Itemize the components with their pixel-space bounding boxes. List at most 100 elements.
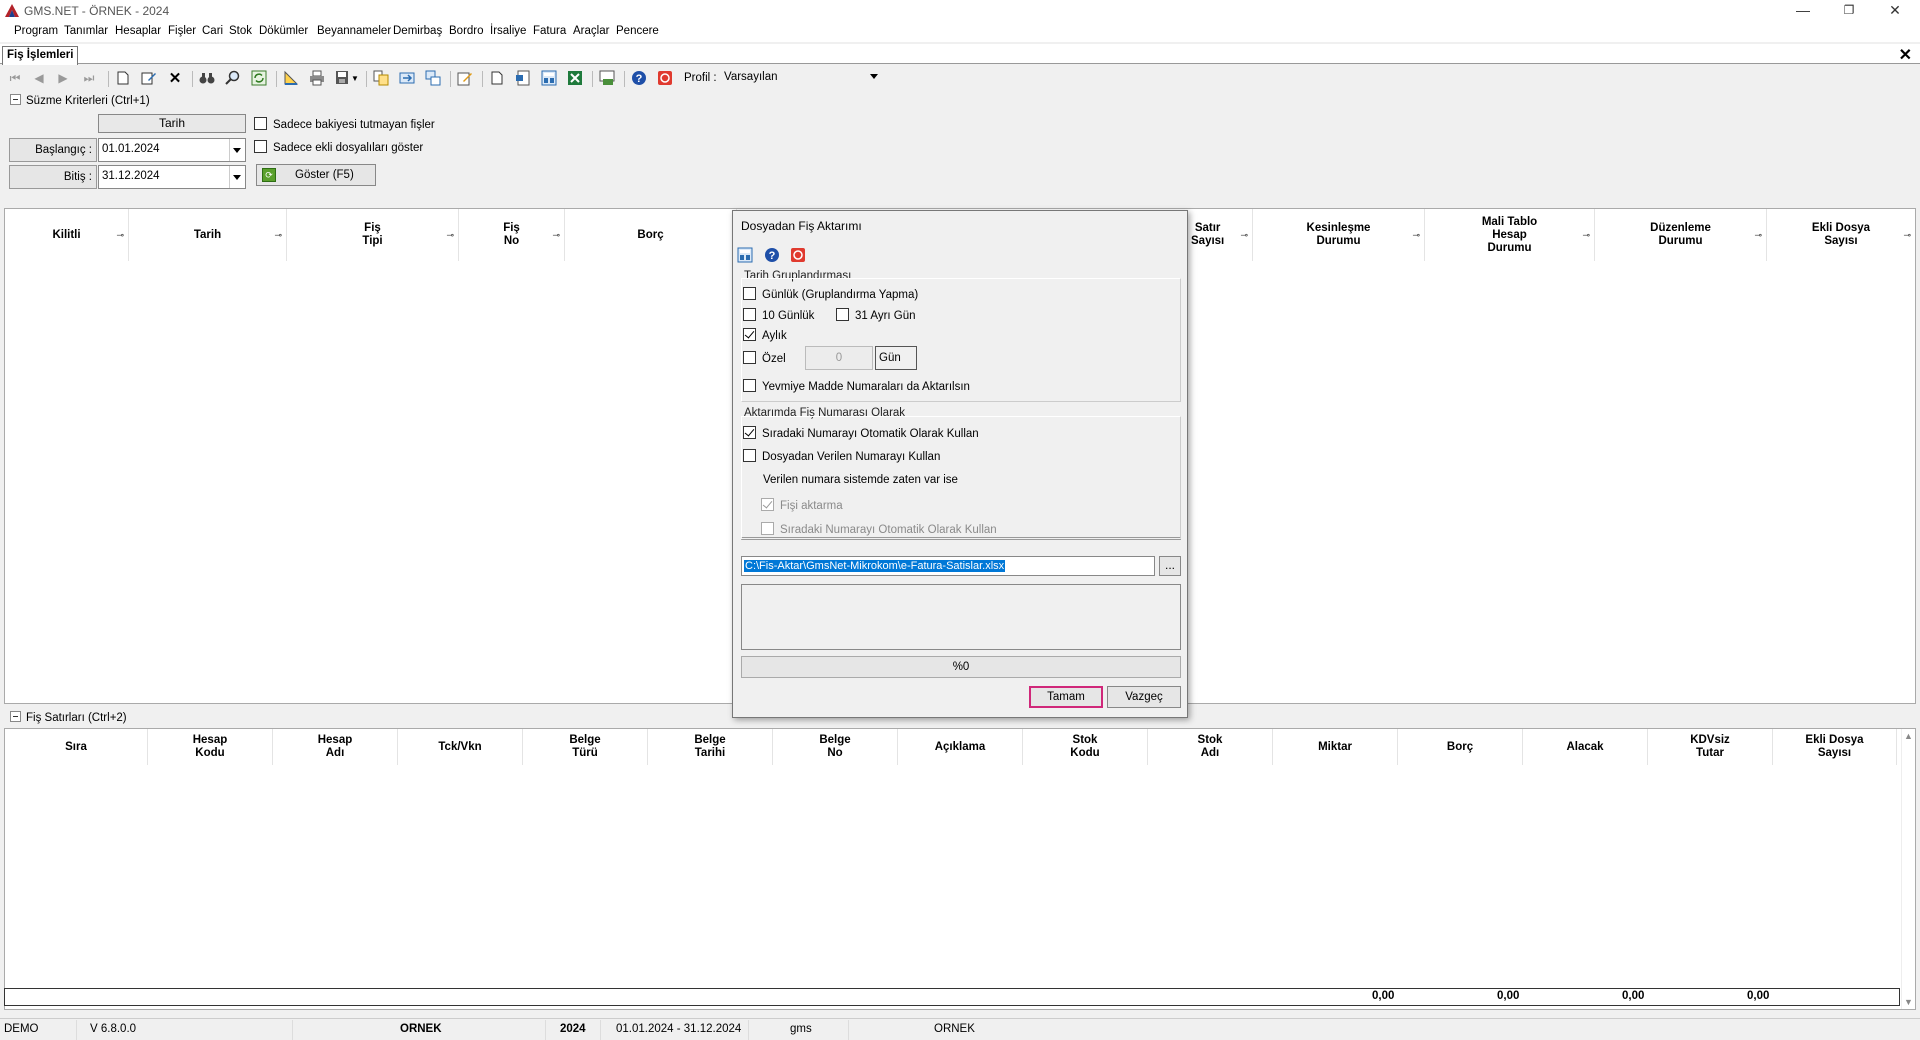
windows-icon[interactable] [424,69,442,87]
col-belge-turu[interactable]: Belge Türü [523,729,648,765]
thirty-one-day-checkbox[interactable] [836,308,849,321]
lines-vertical-scrollbar[interactable]: ▲ ▼ [1901,729,1915,1009]
auto-number-checkbox[interactable] [743,426,756,439]
file-path-input[interactable]: C:\Fis-Aktar\GmsNet-Mikrokom\e-Fatura-Sa… [741,556,1155,576]
file-number-checkbox[interactable] [743,449,756,462]
help-icon[interactable]: ? [764,247,780,263]
edit-icon[interactable] [140,69,158,87]
menu-beyannameler[interactable]: Beyannameler [317,25,391,37]
scroll-down-icon[interactable]: ▼ [1904,997,1913,1007]
save-dropdown-icon[interactable]: ▼ [350,69,360,87]
next-record-icon[interactable]: ▶ [54,69,72,87]
file-transfer-icon[interactable] [598,69,616,87]
excel-icon[interactable] [566,69,584,87]
ten-day-option[interactable]: 10 Günlük [743,308,814,322]
col-fis-tipi[interactable]: Fiş Tipi ⊸ [287,209,459,261]
col-duzenleme-durumu[interactable]: Düzenleme Durumu ⊸ [1595,209,1767,261]
collapse-icon[interactable] [10,711,21,722]
daily-checkbox[interactable] [743,287,756,300]
menu-dokumler[interactable]: Dökümler [259,25,308,37]
close-document-icon[interactable]: ✕ [1899,45,1912,65]
custom-option[interactable]: Özel [743,351,786,365]
col-stok-adi[interactable]: Stok Adı [1148,729,1273,765]
show-button[interactable]: ⟳ Göster (F5) [256,164,376,186]
print-icon[interactable] [308,69,326,87]
monthly-option[interactable]: Aylık [743,328,787,342]
start-date-dropdown[interactable] [229,139,245,161]
import-icon[interactable] [514,69,532,87]
calculator-icon[interactable] [540,69,558,87]
unbalanced-only-checkbox-row[interactable]: Sadece bakiyesi tutmayan fişler [254,117,435,131]
pin-icon[interactable]: ⊸ [1582,229,1590,242]
menu-irsaliye[interactable]: İrsaliye [490,25,526,37]
col-sira[interactable]: Sıra [5,729,148,765]
prev-record-icon[interactable]: ◀ [30,69,48,87]
menu-hesaplar[interactable]: Hesaplar [115,25,161,37]
menu-tanimlar[interactable]: Tanımlar [64,25,108,37]
collapse-icon[interactable] [10,94,21,105]
unbalanced-only-checkbox[interactable] [254,117,267,130]
attached-only-checkbox[interactable] [254,140,267,153]
menu-stok[interactable]: Stok [229,25,252,37]
start-date-input[interactable]: 01.01.2024 [98,138,246,162]
help-icon[interactable]: ? [630,69,648,87]
monthly-checkbox[interactable] [743,328,756,341]
ten-day-checkbox[interactable] [743,308,756,321]
custom-days-input[interactable]: 0 [805,346,873,370]
menu-demirbas[interactable]: Demirbaş [393,25,442,37]
end-date-dropdown[interactable] [229,166,245,188]
col-tarih[interactable]: Tarih ⊸ [129,209,287,261]
tab-fis-islemleri[interactable]: Fiş İşlemleri [2,46,79,65]
cancel-button[interactable]: Vazgeç [1107,686,1181,708]
filter-section-header[interactable]: Süzme Kriterleri (Ctrl+1) [10,94,150,108]
menu-fatura[interactable]: Fatura [533,25,566,37]
exit-icon[interactable] [790,247,806,263]
col-stok-kodu[interactable]: Stok Kodu [1023,729,1148,765]
col-hesap-kodu[interactable]: Hesap Kodu [148,729,273,765]
menu-program[interactable]: Program [14,25,58,37]
col-belge-no[interactable]: Belge No [773,729,898,765]
col-alacak[interactable]: Alacak [1523,729,1648,765]
col-miktar[interactable]: Miktar [1273,729,1398,765]
ok-button[interactable]: Tamam [1029,686,1103,708]
pin-icon[interactable]: ⊸ [1412,229,1420,242]
journal-numbers-checkbox[interactable] [743,379,756,392]
col-kdvsiz-tutar[interactable]: KDVsiz Tutar [1648,729,1773,765]
col-fis-no[interactable]: Fiş No ⊸ [459,209,565,261]
menu-bordro[interactable]: Bordro [449,25,484,37]
transfer-icon[interactable] [398,69,416,87]
menu-pencere[interactable]: Pencere [616,25,659,37]
scroll-up-icon[interactable]: ▲ [1904,731,1913,741]
first-record-icon[interactable]: ⏮ [6,69,24,87]
browse-button[interactable]: ... [1159,556,1181,576]
col-ekli-dosya-sayisi[interactable]: Ekli Dosya Sayısı ⊸ [1767,209,1915,261]
journal-numbers-option[interactable]: Yevmiye Madde Numaraları da Aktarılsın [743,379,970,393]
pin-icon[interactable]: ⊸ [116,229,124,242]
col-aciklama[interactable]: Açıklama [898,729,1023,765]
last-record-icon[interactable]: ⏭ [80,69,98,87]
file-number-option[interactable]: Dosyadan Verilen Numarayı Kullan [743,449,940,463]
col-borc[interactable]: Borç [565,209,737,261]
ruler-icon[interactable] [282,69,300,87]
new-document-icon[interactable] [114,69,132,87]
attached-only-checkbox-row[interactable]: Sadece ekli dosyalıları göster [254,140,423,154]
col-ekli-dosya-sayisi[interactable]: Ekli Dosya Sayısı [1773,729,1897,765]
close-button[interactable]: ✕ [1872,0,1918,22]
col-mali-tablo-hesap-durumu[interactable]: Mali Tablo Hesap Durumu ⊸ [1425,209,1595,261]
col-belge-tarihi[interactable]: Belge Tarihi [648,729,773,765]
col-kesinlesme-durumu[interactable]: Kesinleşme Durumu ⊸ [1253,209,1425,261]
col-kilitli[interactable]: Kilitli ⊸ [5,209,129,261]
pin-icon[interactable]: ⊸ [274,229,282,242]
col-hesap-adi[interactable]: Hesap Adı [273,729,398,765]
delete-icon[interactable]: ✕ [166,69,184,87]
minimize-button[interactable]: — [1780,0,1826,22]
pin-icon[interactable]: ⊸ [1240,229,1248,242]
menu-cari[interactable]: Cari [202,25,223,37]
menu-fisler[interactable]: Fişler [168,25,196,37]
tarih-filter-button[interactable]: Tarih [98,114,246,133]
auto-number-option[interactable]: Sıradaki Numarayı Otomatik Olarak Kullan [743,426,979,440]
binoculars-icon[interactable] [198,69,216,87]
daily-option[interactable]: Günlük (Gruplandırma Yapma) [743,287,918,301]
col-tck-vkn[interactable]: Tck/Vkn [398,729,523,765]
menu-araclar[interactable]: Araçlar [573,25,609,37]
